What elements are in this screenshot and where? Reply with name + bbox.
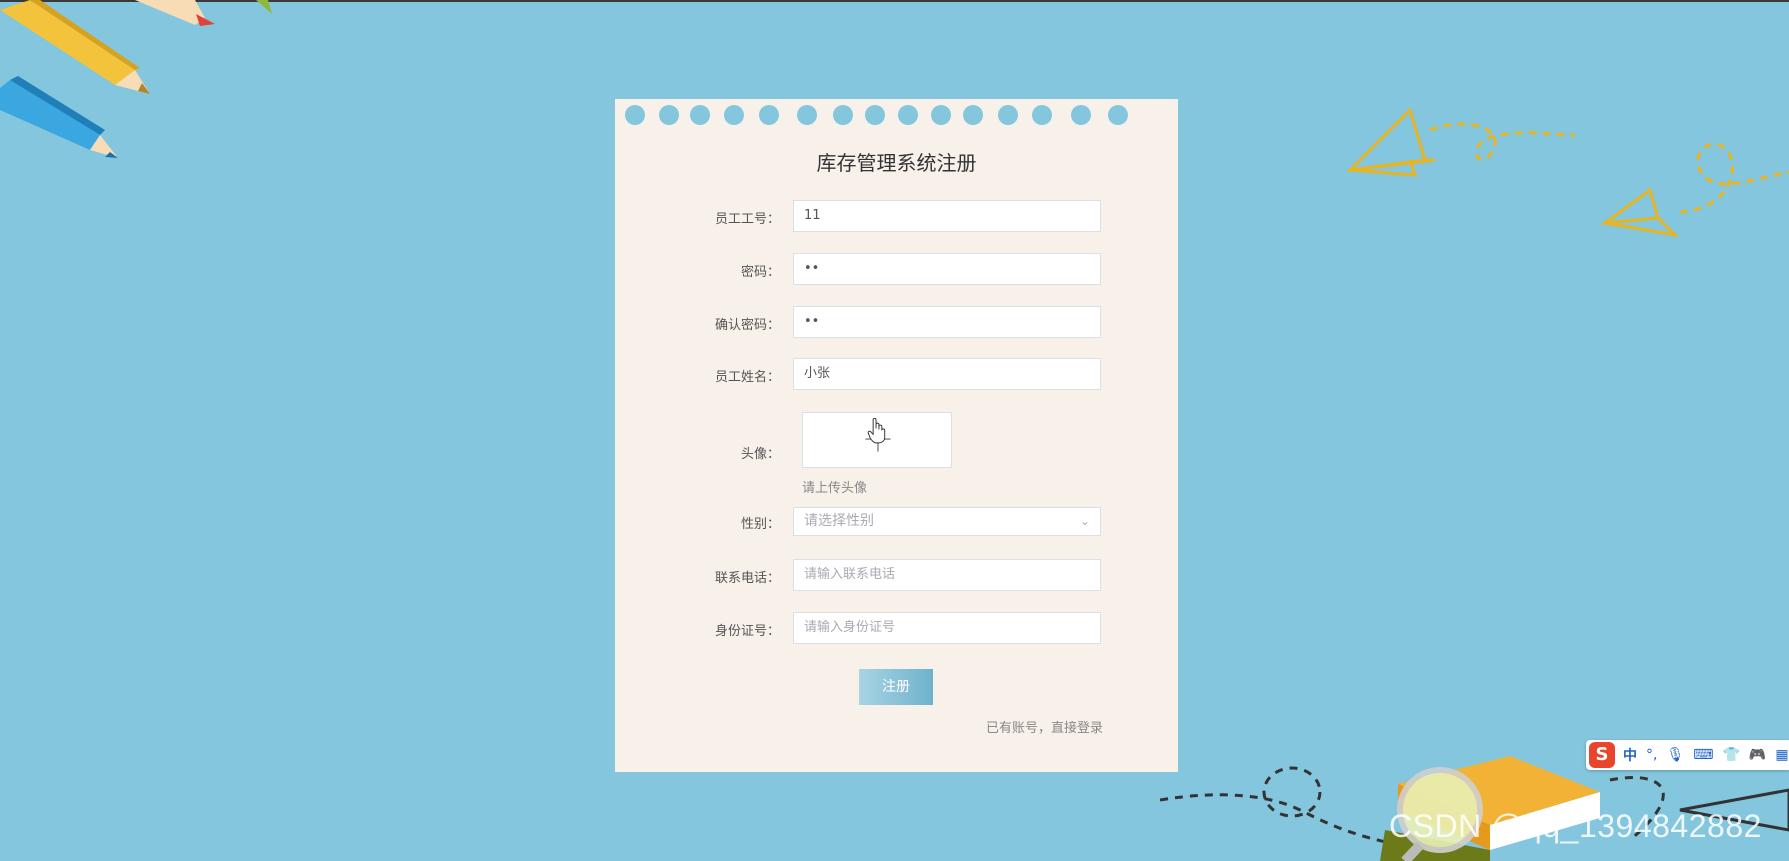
csdn-watermark: CSDN @qq_1394842882 (1389, 808, 1762, 844)
punctuation-icon[interactable]: °, (1646, 747, 1657, 763)
skin-icon[interactable]: 👕 (1722, 747, 1739, 763)
notebook-hole (833, 105, 853, 125)
password-label: 密码： (740, 265, 780, 280)
employee-id-input[interactable]: 11 (793, 200, 1101, 232)
register-button[interactable]: 注册 (859, 669, 933, 705)
confirm-password-label: 确认密码： (714, 318, 780, 333)
keyboard-icon[interactable]: ⌨ (1693, 747, 1713, 763)
notebook-hole (931, 105, 951, 125)
page-title: 库存管理系统注册 (816, 151, 977, 175)
notebook-hole (759, 105, 779, 125)
notebook-hole (659, 105, 679, 125)
avatar-hint: 请上传头像 (802, 481, 868, 496)
chevron-down-icon: ⌄ (1079, 514, 1090, 528)
notebook-hole (690, 105, 710, 125)
notebook-hole (724, 105, 744, 125)
notebook-hole (1108, 105, 1128, 125)
gender-select-placeholder: 请选择性别 (804, 513, 874, 529)
notebook-hole (625, 105, 645, 125)
id-card-label: 身份证号： (714, 624, 780, 639)
notebook-hole (1071, 105, 1091, 125)
notebook-hole (898, 105, 918, 125)
employee-id-label: 员工工号： (714, 212, 780, 227)
ime-mode-toggle[interactable]: 中 (1623, 745, 1637, 765)
pencil-decoration (0, 0, 272, 158)
register-card: 库存管理系统注册 员工工号： 11 密码： •• 确认密码： •• 员工姓名： … (615, 99, 1178, 772)
red-pencil-tip (135, 0, 215, 26)
blue-pencil (0, 76, 118, 158)
login-link[interactable]: 已有账号，直接登录 (986, 717, 1103, 736)
notebook-hole (998, 105, 1018, 125)
game-icon[interactable]: 🎮 (1749, 747, 1766, 763)
avatar-upload[interactable] (802, 412, 952, 468)
hand-cursor-icon (867, 417, 886, 444)
phone-label: 联系电话： (714, 571, 780, 586)
ime-toolbar: S 中 °, 🎙 ⌨ 👕 🎮 ▦ (1586, 740, 1789, 770)
employee-name-label: 员工姓名： (714, 370, 780, 385)
paper-plane-decoration (1345, 107, 1789, 238)
gender-label: 性别： (740, 517, 780, 532)
green-pencil-tip (256, 0, 272, 14)
employee-name-input[interactable]: 小张 (793, 358, 1101, 390)
id-card-input[interactable]: 请输入身份证号 (793, 612, 1101, 644)
microphone-icon[interactable]: 🎙 (1666, 747, 1684, 763)
notebook-holes (615, 99, 1178, 133)
toolbox-icon[interactable]: ▦ (1775, 747, 1788, 763)
password-input[interactable]: •• (793, 253, 1101, 285)
notebook-hole (1032, 105, 1052, 125)
notebook-hole (963, 105, 983, 125)
plus-icon (865, 417, 891, 452)
phone-input[interactable]: 请输入联系电话 (793, 559, 1101, 591)
avatar-label: 头像： (740, 447, 780, 462)
sogou-logo-icon[interactable]: S (1589, 742, 1615, 768)
gender-select[interactable]: 请选择性别 ⌄ (793, 507, 1101, 536)
notebook-hole (797, 105, 817, 125)
confirm-password-input[interactable]: •• (793, 306, 1101, 338)
notebook-hole (865, 105, 885, 125)
